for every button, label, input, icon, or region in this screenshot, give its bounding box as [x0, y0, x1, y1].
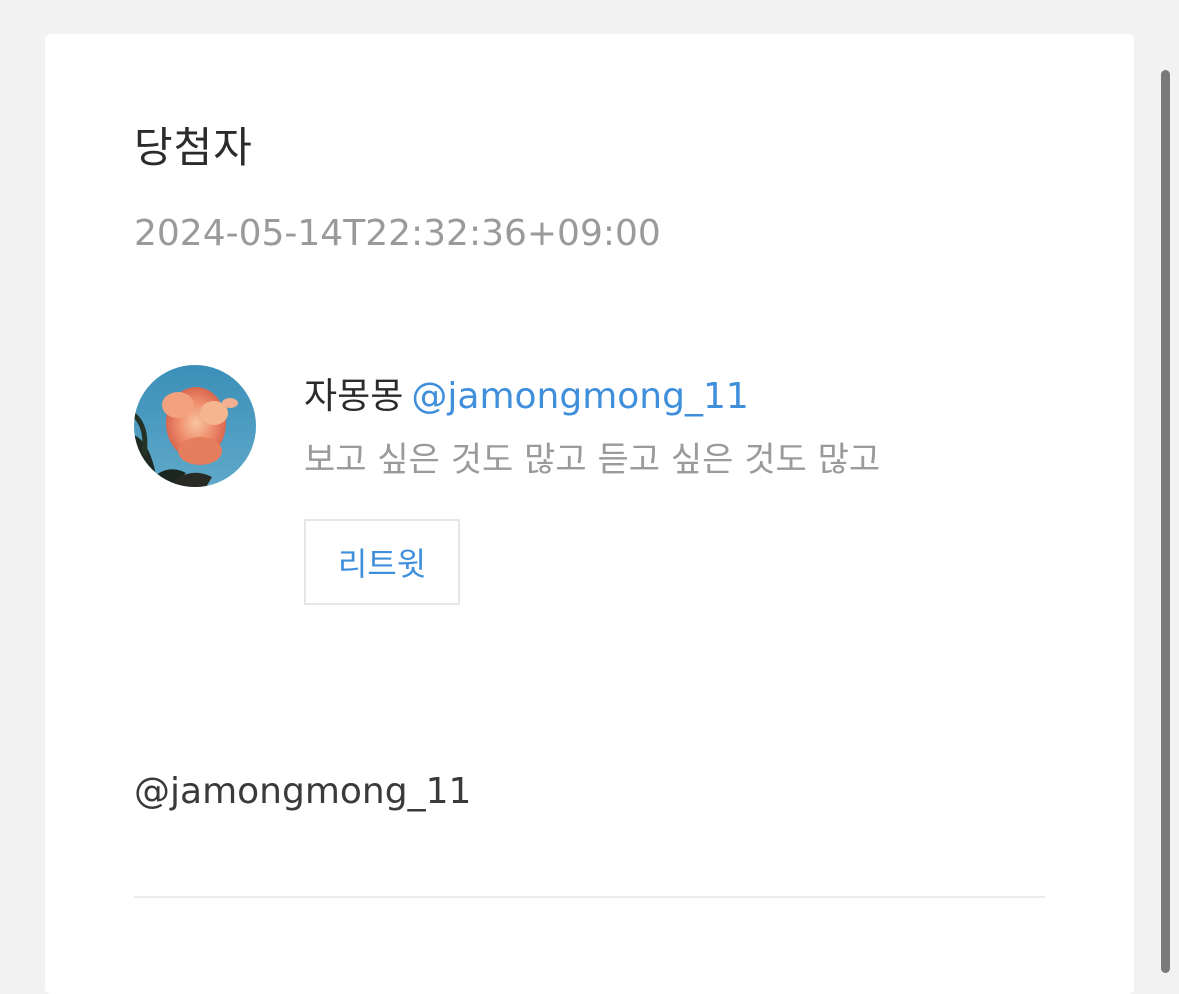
- winner-handle-summary: @jamongmong_11: [134, 771, 472, 812]
- winner-handle-link[interactable]: @jamongmong_11: [411, 376, 748, 417]
- winner-display-name: 자몽몽: [304, 376, 404, 417]
- avatar-image: [134, 365, 256, 487]
- winner-card: 당첨자 2024-05-14T22:32:36+09:00 자몽몽 @jamon…: [45, 34, 1134, 994]
- avatar[interactable]: [134, 365, 256, 487]
- winner-bio: 보고 싶은 것도 많고 듣고 싶은 것도 많고: [304, 440, 881, 480]
- winner-user-line: 자몽몽 @jamongmong_11: [304, 374, 749, 420]
- retweet-button[interactable]: 리트윗: [304, 519, 460, 605]
- draw-timestamp: 2024-05-14T22:32:36+09:00: [134, 213, 661, 254]
- scrollbar-thumb[interactable]: [1161, 70, 1170, 973]
- page-title: 당첨자: [134, 123, 253, 172]
- divider: [134, 896, 1045, 898]
